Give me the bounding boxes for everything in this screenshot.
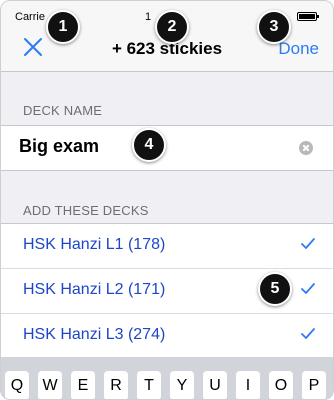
- annotation-badge-2: 2: [155, 10, 189, 44]
- add-decks-header: ADD THESE DECKS: [23, 203, 149, 218]
- clear-text-icon[interactable]: [299, 141, 313, 155]
- key-t[interactable]: T: [137, 371, 161, 399]
- status-carrier: Carrie: [15, 11, 45, 23]
- deck-label: HSK Hanzi L3 (274): [23, 326, 166, 343]
- checkmark-icon: [301, 283, 315, 294]
- keyboard: Q W E R T Y U I O P: [1, 357, 333, 399]
- key-q[interactable]: Q: [5, 371, 29, 399]
- deck-label: HSK Hanzi L2 (171): [23, 281, 166, 298]
- deck-name-field[interactable]: Big exam: [19, 136, 99, 157]
- key-r[interactable]: R: [104, 371, 128, 399]
- deck-row-hsk-l1[interactable]: HSK Hanzi L1 (178): [1, 224, 333, 269]
- annotation-badge-4: 4: [132, 128, 166, 162]
- deck-row-hsk-l3[interactable]: HSK Hanzi L3 (274): [1, 314, 333, 359]
- done-button[interactable]: Done: [278, 39, 319, 59]
- key-y[interactable]: Y: [170, 371, 194, 399]
- key-o[interactable]: O: [269, 371, 293, 399]
- checkmark-icon: [301, 328, 315, 339]
- status-time: 1: [145, 11, 152, 23]
- key-w[interactable]: W: [38, 371, 62, 399]
- phone-screen: Carrie 1 + 623 stickies Done DECK NAME B…: [0, 0, 334, 400]
- key-e[interactable]: E: [71, 371, 95, 399]
- checkmark-icon: [301, 238, 315, 249]
- deck-name-row: Big exam: [1, 125, 333, 171]
- annotation-badge-3: 3: [257, 10, 291, 44]
- key-i[interactable]: I: [236, 371, 260, 399]
- annotation-badge-5: 5: [258, 272, 292, 306]
- deck-name-header: DECK NAME: [23, 103, 103, 118]
- key-p[interactable]: P: [302, 371, 326, 399]
- key-u[interactable]: U: [203, 371, 227, 399]
- annotation-badge-1: 1: [46, 10, 80, 44]
- battery-icon: [297, 12, 319, 21]
- deck-label: HSK Hanzi L1 (178): [23, 236, 166, 253]
